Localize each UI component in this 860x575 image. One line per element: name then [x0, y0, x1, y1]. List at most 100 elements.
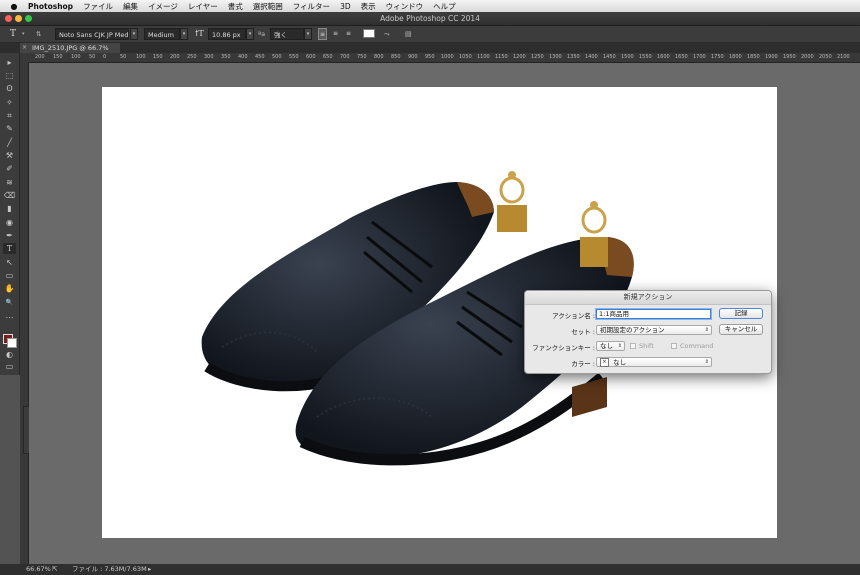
status-menu-arrow-icon[interactable]: ▸ [148, 564, 151, 575]
ruler-tick: 1650 [675, 54, 688, 60]
menu-view[interactable]: 表示 [361, 1, 376, 12]
text-color-swatch[interactable] [363, 29, 375, 38]
eraser-tool-icon[interactable]: ⌫ [3, 190, 16, 201]
menu-select[interactable]: 選択範囲 [253, 1, 283, 12]
character-panel-icon[interactable]: ▤ [405, 28, 412, 40]
pen-tool-icon[interactable]: ✒ [3, 230, 16, 241]
no-color-icon: × [600, 358, 609, 367]
text-orientation-icon[interactable]: ⇅ [36, 28, 41, 40]
ruler-tick: 50 [89, 54, 96, 60]
cancel-button[interactable]: キャンセル [719, 324, 763, 335]
zoom-level[interactable]: 66.67% [26, 564, 51, 575]
font-style-dropdown-icon[interactable]: ▾ [180, 28, 188, 40]
zoom-tool-icon[interactable]: 🔍 [3, 297, 16, 308]
path-selection-tool-icon[interactable]: ↖ [3, 257, 16, 268]
ruler-tick: 450 [255, 54, 265, 60]
ruler-tick: 2000 [801, 54, 814, 60]
ruler-tick: 300 [204, 54, 214, 60]
mac-menubar: ● Photoshop ファイル 編集 イメージ レイヤー 書式 選択範囲 フィ… [0, 0, 860, 12]
set-select[interactable]: 初期設定のアクション ⇕ [596, 325, 712, 335]
font-family-select[interactable]: Noto Sans CJK JP Med... [55, 28, 129, 40]
ruler-tick: 200 [170, 54, 180, 60]
function-key-value: なし [600, 342, 613, 350]
function-key-label: ファンクションキー : [532, 344, 595, 352]
ruler-tick: 600 [306, 54, 316, 60]
menu-image[interactable]: イメージ [148, 1, 178, 12]
ruler-tick: 800 [374, 54, 384, 60]
ruler-tick: 750 [357, 54, 367, 60]
ruler-tick: 950 [425, 54, 435, 60]
ruler-tick: 1800 [729, 54, 742, 60]
type-tool-icon[interactable]: T [10, 28, 16, 40]
set-label: セット : [571, 328, 595, 336]
ruler-tick: 1950 [783, 54, 796, 60]
gradient-tool-icon[interactable]: ▮ [3, 203, 16, 214]
anti-alias-dropdown-icon[interactable]: ▾ [304, 28, 312, 40]
ruler-tick: 1250 [531, 54, 544, 60]
hand-tool-icon[interactable]: ✋ [3, 283, 16, 294]
blur-tool-icon[interactable]: ◉ [3, 217, 16, 228]
menu-window[interactable]: ウィンドウ [386, 1, 424, 12]
anti-alias-icon: ªa [258, 30, 266, 38]
ruler-tick: 500 [272, 54, 282, 60]
history-brush-tool-icon[interactable]: ≋ [3, 177, 16, 188]
anti-alias-select[interactable]: 強く [270, 28, 304, 40]
ruler-tick: 1700 [693, 54, 706, 60]
more-tools-icon[interactable]: … [3, 310, 16, 321]
tool-preset-dropdown-icon[interactable]: ▾ [22, 28, 25, 40]
vertical-ruler[interactable] [20, 62, 29, 564]
menu-edit[interactable]: 編集 [123, 1, 138, 12]
ruler-tick: 650 [323, 54, 333, 60]
set-select-value: 初期設定のアクション [600, 326, 665, 334]
font-style-select[interactable]: Medium [144, 28, 180, 40]
ruler-tick: 700 [340, 54, 350, 60]
clone-stamp-tool-icon[interactable]: ✐ [3, 163, 16, 174]
eyedropper-tool-icon[interactable]: ✎ [3, 123, 16, 134]
function-key-select[interactable]: なし ⇕ [596, 341, 625, 351]
ruler-tick: 1500 [621, 54, 634, 60]
menu-help[interactable]: ヘルプ [433, 1, 456, 12]
marquee-tool-icon[interactable]: ⬚ [3, 70, 16, 81]
command-label: Command [680, 342, 714, 350]
background-color-swatch[interactable] [7, 338, 17, 348]
type-tool-icon[interactable]: T [3, 243, 16, 254]
font-size-input[interactable]: 10.86 px [208, 28, 246, 40]
menu-type[interactable]: 書式 [228, 1, 243, 12]
move-tool-icon[interactable]: ▸ [3, 57, 16, 68]
close-icon[interactable]: × [22, 43, 27, 53]
brush-tool-icon[interactable]: ⚒ [3, 150, 16, 161]
ruler-tick: 1750 [711, 54, 724, 60]
crop-tool-icon[interactable]: ⌗ [3, 110, 16, 121]
align-right-icon[interactable]: ≡ [344, 28, 353, 40]
font-size-dropdown-icon[interactable]: ▾ [246, 28, 254, 40]
ruler-tick: 0 [103, 54, 107, 60]
document-tab[interactable]: IMG_2510.JPG @ 66.7% (RGB/8) [20, 43, 120, 62]
action-name-input[interactable]: 1:1商品用 [596, 309, 711, 319]
export-icon[interactable]: ⇱ [52, 564, 57, 575]
healing-brush-tool-icon[interactable]: ╱ [3, 137, 16, 148]
record-button[interactable]: 記録 [719, 308, 763, 319]
menu-file[interactable]: ファイル [83, 1, 113, 12]
screen-mode-icon[interactable]: ▭ [3, 361, 16, 372]
shift-checkbox[interactable] [630, 343, 636, 349]
font-family-dropdown-icon[interactable]: ▾ [130, 28, 138, 40]
command-checkbox[interactable] [671, 343, 677, 349]
ruler-tick: 1150 [495, 54, 508, 60]
rectangle-tool-icon[interactable]: ▭ [3, 270, 16, 281]
warp-text-icon[interactable]: ⤳ [384, 28, 390, 40]
menu-3d[interactable]: 3D [340, 2, 351, 11]
ruler-tick: 1200 [513, 54, 526, 60]
apple-icon[interactable]: ● [9, 2, 19, 11]
ruler-tick: 400 [238, 54, 248, 60]
quick-select-tool-icon[interactable]: ✧ [3, 97, 16, 108]
quick-mask-icon[interactable]: ◐ [3, 349, 16, 360]
menu-app-name[interactable]: Photoshop [28, 2, 73, 11]
menu-layer[interactable]: レイヤー [188, 1, 218, 12]
align-center-icon[interactable]: ≡ [331, 28, 340, 40]
horizontal-ruler[interactable]: 200 150 100 50 0 50 100 150 200 250 300 … [20, 53, 860, 63]
color-select[interactable]: × なし ⇕ [596, 357, 712, 367]
menu-filter[interactable]: フィルター [293, 1, 330, 12]
align-left-icon[interactable]: ≡ [318, 28, 327, 40]
font-size-icon: ꝉT [195, 29, 204, 38]
lasso-tool-icon[interactable]: ʘ [3, 83, 16, 94]
